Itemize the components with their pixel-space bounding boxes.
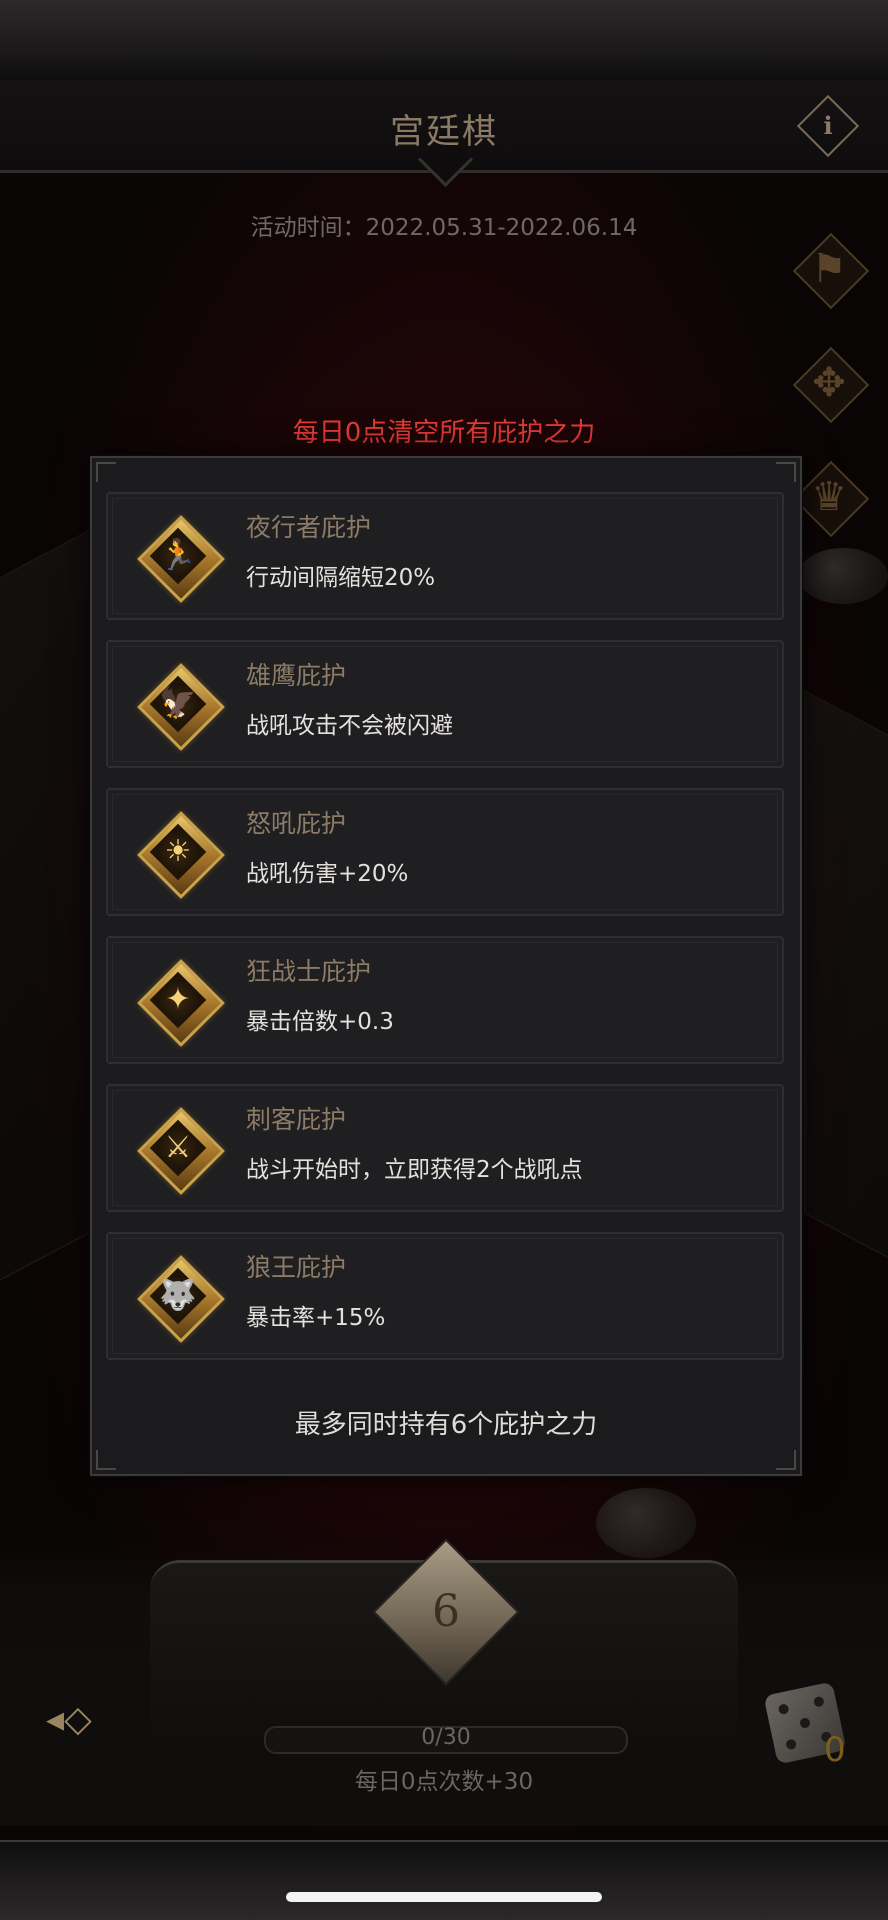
side-banner-button[interactable]: ⚑ — [784, 224, 874, 314]
blessing-name: 刺客庇护 — [246, 1105, 347, 1134]
blessing-name: 狂战士庇护 — [246, 957, 372, 986]
page-title: 宫廷棋 — [390, 112, 498, 152]
blessing-item-berserker: ✦ 狂战士庇护 暴击倍数+0.3 — [106, 936, 784, 1064]
blessing-name: 怒吼庇护 — [246, 809, 347, 838]
blessing-name: 雄鹰庇护 — [246, 661, 347, 690]
max-blessing-note: 最多同时持有6个庇护之力 — [294, 1410, 598, 1440]
activity-time: 活动时间：2022.05.31-2022.06.14 — [250, 215, 638, 241]
blessing-list: 🏃 夜行者庇护 行动间隔缩短20% 🦅 雄鹰庇护 战吼攻击不会被闪避 ☀ 怒吼庇… — [106, 492, 784, 1380]
blessing-item-assassin: ⚔ 刺客庇护 战斗开始时，立即获得2个战吼点 — [106, 1084, 784, 1212]
home-indicator[interactable] — [286, 1892, 602, 1902]
blessing-name: 狼王庇护 — [246, 1253, 347, 1282]
blessing-desc: 战吼攻击不会被闪避 — [246, 713, 453, 739]
corner-ornament — [776, 1450, 796, 1470]
die-face: 6 — [432, 1586, 460, 1637]
top-ornament-frame — [0, 0, 888, 82]
banner-icon: ⚑ — [811, 246, 847, 292]
game-screen: 宫廷棋 i 活动时间：2022.05.31-2022.06.14 ⚑ ✥ ♛ 每… — [0, 0, 888, 1920]
daily-refill-text: 每日0点次数+30 — [354, 1769, 534, 1795]
progress-text: 0/30 — [421, 1725, 471, 1750]
eagle-claw-icon: 🦅 — [136, 662, 225, 751]
info-icon: i — [823, 111, 833, 140]
blessing-name: 夜行者庇护 — [246, 513, 372, 542]
wolf-head-icon: 🐺 — [136, 1254, 225, 1343]
corner-ornament — [776, 462, 796, 482]
roaring-figure-icon: ☀ — [136, 810, 225, 899]
back-button[interactable]: ◂◇ — [46, 1698, 136, 1742]
blessing-desc: 暴击倍数+0.3 — [246, 1009, 394, 1035]
running-figure-icon: 🏃 — [136, 514, 225, 603]
blessing-desc: 行动间隔缩短20% — [246, 565, 436, 591]
blessing-desc: 战吼伤害+20% — [246, 861, 409, 887]
blessing-desc: 战斗开始时，立即获得2个战吼点 — [246, 1157, 583, 1183]
blessing-item-nightwalker: 🏃 夜行者庇护 行动间隔缩短20% — [106, 492, 784, 620]
berserker-icon: ✦ — [136, 958, 225, 1047]
corner-ornament — [96, 462, 116, 482]
bottom-ornament-frame — [0, 1840, 888, 1920]
reset-notice: 每日0点清空所有庇护之力 — [292, 418, 596, 448]
blessing-item-eagle: 🦅 雄鹰庇护 战吼攻击不会被闪避 — [106, 640, 784, 768]
blessing-item-roar: ☀ 怒吼庇护 战吼伤害+20% — [106, 788, 784, 916]
assassin-blade-icon: ⚔ — [136, 1106, 225, 1195]
blessing-popup: 🏃 夜行者庇护 行动间隔缩短20% 🦅 雄鹰庇护 战吼攻击不会被闪避 ☀ 怒吼庇… — [90, 456, 802, 1476]
dice-count: 0 — [824, 1730, 846, 1770]
corner-ornament — [96, 1450, 116, 1470]
blessing-desc: 暴击率+15% — [246, 1305, 386, 1331]
blessing-item-wolfking: 🐺 狼王庇护 暴击率+15% — [106, 1232, 784, 1360]
